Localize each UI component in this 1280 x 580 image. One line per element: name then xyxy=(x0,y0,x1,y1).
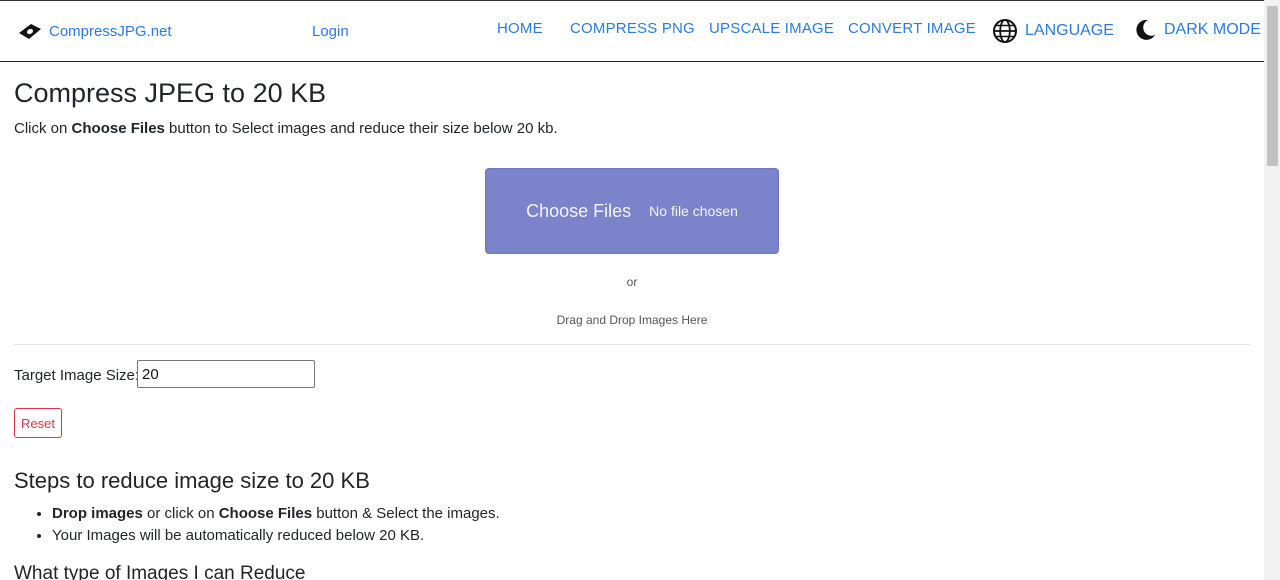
target-size-label: Target Image Size: xyxy=(14,367,140,384)
eye-logo-icon xyxy=(17,21,43,41)
intro-text: Click on Choose Files button to Select i… xyxy=(14,120,558,137)
list-item: Drop images or click on Choose Files but… xyxy=(52,503,500,525)
brand-name: CompressJPG.net xyxy=(49,22,172,40)
list-item: Your Images will be automatically reduce… xyxy=(52,525,500,547)
or-separator: or xyxy=(626,275,638,289)
page-title: Compress JPEG to 20 KB xyxy=(14,78,327,108)
login-link[interactable]: Login xyxy=(312,23,349,40)
intro-prefix: Click on xyxy=(14,120,72,137)
language-menu[interactable]: LANGUAGE xyxy=(992,18,1114,44)
step1-mid: or click on xyxy=(142,505,219,522)
reset-button[interactable]: Reset xyxy=(14,408,62,438)
step1-suffix: button & Select the images. xyxy=(312,505,500,522)
steps-heading: Steps to reduce image size to 20 KB xyxy=(14,468,370,493)
top-navbar: CompressJPG.net Login HOME COMPRESS PNG … xyxy=(0,0,1264,62)
moon-icon xyxy=(1136,19,1155,40)
dark-mode-label: DARK MODE xyxy=(1164,21,1261,38)
nav-convert-image[interactable]: CONVERT IMAGE xyxy=(848,20,976,37)
step1-bold: Drop images xyxy=(52,505,143,522)
file-upload-dropzone[interactable]: Choose Files No file chosen xyxy=(485,168,779,254)
nav-home[interactable]: HOME xyxy=(497,20,543,37)
target-size-input[interactable] xyxy=(137,360,315,388)
intro-suffix: button to Select images and reduce their… xyxy=(164,120,558,137)
intro-bold: Choose Files xyxy=(71,120,165,137)
language-label: LANGUAGE xyxy=(1025,22,1114,39)
image-types-heading: What type of Images I can Reduce xyxy=(14,563,306,580)
steps-list: Drop images or click on Choose Files but… xyxy=(52,503,500,547)
scrollbar-thumb[interactable] xyxy=(1267,6,1278,166)
dark-mode-toggle[interactable]: DARK MODE xyxy=(1133,18,1261,42)
brand-link[interactable]: CompressJPG.net xyxy=(17,21,172,41)
step1-bold2: Choose Files xyxy=(218,505,313,522)
nav-compress-png[interactable]: COMPRESS PNG xyxy=(570,20,695,37)
nav-upscale-image[interactable]: UPSCALE IMAGE xyxy=(709,20,834,37)
globe-icon xyxy=(993,19,1017,43)
page-scrollbar[interactable] xyxy=(1264,0,1280,580)
file-status: No file chosen xyxy=(649,203,738,219)
divider xyxy=(14,344,1250,345)
choose-files-button[interactable]: Choose Files xyxy=(526,201,631,222)
drag-drop-hint: Drag and Drop Images Here xyxy=(556,313,708,327)
